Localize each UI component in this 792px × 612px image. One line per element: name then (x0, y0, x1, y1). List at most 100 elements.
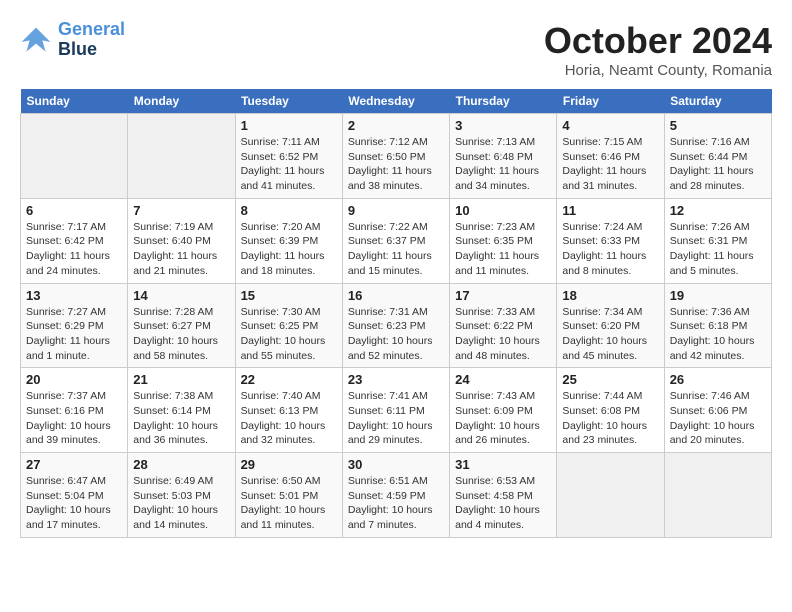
day-number: 16 (348, 288, 444, 303)
logo-icon (20, 26, 52, 54)
day-info: Sunrise: 6:47 AM Sunset: 5:04 PM Dayligh… (26, 474, 122, 533)
logo: General Blue (20, 20, 125, 60)
day-number: 24 (455, 372, 551, 387)
day-number: 3 (455, 118, 551, 133)
day-info: Sunrise: 6:49 AM Sunset: 5:03 PM Dayligh… (133, 474, 229, 533)
calendar-cell: 3 Sunrise: 7:13 AM Sunset: 6:48 PM Daylig… (450, 114, 557, 199)
calendar-cell: 27Sunrise: 6:47 AM Sunset: 5:04 PM Dayli… (21, 453, 128, 538)
day-number: 6 (26, 203, 122, 218)
day-info: Sunrise: 7:46 AM Sunset: 6:06 PM Dayligh… (670, 389, 766, 448)
calendar-cell: 21 Sunrise: 7:38 AM Sunset: 6:14 PM Dayli… (128, 368, 235, 453)
day-info: Sunrise: 7:13 AM Sunset: 6:48 PM Dayligh… (455, 135, 551, 194)
day-info: Sunrise: 7:36 AM Sunset: 6:18 PM Dayligh… (670, 305, 766, 364)
calendar-cell: 18 Sunrise: 7:34 AM Sunset: 6:20 PM Dayli… (557, 283, 664, 368)
calendar-cell (21, 114, 128, 199)
calendar-cell: 5 Sunrise: 7:16 AM Sunset: 6:44 PM Daylig… (664, 114, 771, 199)
day-number: 29 (241, 457, 337, 472)
day-number: 1 (241, 118, 337, 133)
calendar-cell: 29 Sunrise: 6:50 AM Sunset: 5:01 PM Dayli… (235, 453, 342, 538)
calendar-cell: 12 Sunrise: 7:26 AM Sunset: 6:31 PM Dayli… (664, 198, 771, 283)
day-info: Sunrise: 7:37 AM Sunset: 6:16 PM Dayligh… (26, 389, 122, 448)
calendar-cell: 6 Sunrise: 7:17 AM Sunset: 6:42 PM Daylig… (21, 198, 128, 283)
day-number: 4 (562, 118, 658, 133)
day-info: Sunrise: 7:24 AM Sunset: 6:33 PM Dayligh… (562, 220, 658, 279)
day-number: 31 (455, 457, 551, 472)
calendar-week-row: 27Sunrise: 6:47 AM Sunset: 5:04 PM Dayli… (21, 453, 772, 538)
day-number: 8 (241, 203, 337, 218)
day-info: Sunrise: 7:30 AM Sunset: 6:25 PM Dayligh… (241, 305, 337, 364)
calendar-cell: 25 Sunrise: 7:44 AM Sunset: 6:08 PM Dayli… (557, 368, 664, 453)
day-info: Sunrise: 7:26 AM Sunset: 6:31 PM Dayligh… (670, 220, 766, 279)
weekday-header: Wednesday (342, 89, 449, 114)
day-info: Sunrise: 7:22 AM Sunset: 6:37 PM Dayligh… (348, 220, 444, 279)
month-title: October 2024 (544, 20, 772, 62)
calendar-cell (664, 453, 771, 538)
day-info: Sunrise: 6:50 AM Sunset: 5:01 PM Dayligh… (241, 474, 337, 533)
day-number: 17 (455, 288, 551, 303)
day-info: Sunrise: 7:38 AM Sunset: 6:14 PM Dayligh… (133, 389, 229, 448)
day-number: 20 (26, 372, 122, 387)
calendar-cell: 16 Sunrise: 7:31 AM Sunset: 6:23 PM Dayli… (342, 283, 449, 368)
day-number: 5 (670, 118, 766, 133)
day-info: Sunrise: 7:23 AM Sunset: 6:35 PM Dayligh… (455, 220, 551, 279)
day-number: 12 (670, 203, 766, 218)
calendar-cell: 14 Sunrise: 7:28 AM Sunset: 6:27 PM Dayli… (128, 283, 235, 368)
day-info: Sunrise: 7:44 AM Sunset: 6:08 PM Dayligh… (562, 389, 658, 448)
day-info: Sunrise: 7:40 AM Sunset: 6:13 PM Dayligh… (241, 389, 337, 448)
calendar-cell: 7Sunrise: 7:19 AM Sunset: 6:40 PM Daylig… (128, 198, 235, 283)
calendar-table: SundayMondayTuesdayWednesdayThursdayFrid… (20, 89, 772, 538)
location: Horia, Neamt County, Romania (544, 62, 772, 79)
calendar-cell: 24 Sunrise: 7:43 AM Sunset: 6:09 PM Dayli… (450, 368, 557, 453)
calendar-cell: 8Sunrise: 7:20 AM Sunset: 6:39 PM Daylig… (235, 198, 342, 283)
logo-text: General Blue (58, 20, 125, 60)
day-number: 9 (348, 203, 444, 218)
day-info: Sunrise: 7:16 AM Sunset: 6:44 PM Dayligh… (670, 135, 766, 194)
day-info: Sunrise: 7:12 AM Sunset: 6:50 PM Dayligh… (348, 135, 444, 194)
day-number: 26 (670, 372, 766, 387)
day-number: 25 (562, 372, 658, 387)
calendar-cell: 26 Sunrise: 7:46 AM Sunset: 6:06 PM Dayli… (664, 368, 771, 453)
day-info: Sunrise: 7:17 AM Sunset: 6:42 PM Dayligh… (26, 220, 122, 279)
calendar-week-row: 1Sunrise: 7:11 AM Sunset: 6:52 PM Daylig… (21, 114, 772, 199)
day-info: Sunrise: 7:28 AM Sunset: 6:27 PM Dayligh… (133, 305, 229, 364)
weekday-header: Tuesday (235, 89, 342, 114)
calendar-cell: 4 Sunrise: 7:15 AM Sunset: 6:46 PM Daylig… (557, 114, 664, 199)
day-number: 22 (241, 372, 337, 387)
calendar-cell: 28 Sunrise: 6:49 AM Sunset: 5:03 PM Dayli… (128, 453, 235, 538)
day-number: 28 (133, 457, 229, 472)
day-number: 11 (562, 203, 658, 218)
weekday-header-row: SundayMondayTuesdayWednesdayThursdayFrid… (21, 89, 772, 114)
calendar-cell: 9 Sunrise: 7:22 AM Sunset: 6:37 PM Daylig… (342, 198, 449, 283)
day-info: Sunrise: 7:27 AM Sunset: 6:29 PM Dayligh… (26, 305, 122, 364)
day-info: Sunrise: 6:53 AM Sunset: 4:58 PM Dayligh… (455, 474, 551, 533)
calendar-cell (557, 453, 664, 538)
calendar-cell: 19 Sunrise: 7:36 AM Sunset: 6:18 PM Dayli… (664, 283, 771, 368)
day-number: 18 (562, 288, 658, 303)
day-number: 2 (348, 118, 444, 133)
day-number: 21 (133, 372, 229, 387)
calendar-cell: 2 Sunrise: 7:12 AM Sunset: 6:50 PM Daylig… (342, 114, 449, 199)
day-number: 7 (133, 203, 229, 218)
calendar-cell: 30Sunrise: 6:51 AM Sunset: 4:59 PM Dayli… (342, 453, 449, 538)
calendar-cell: 13 Sunrise: 7:27 AM Sunset: 6:29 PM Dayli… (21, 283, 128, 368)
day-info: Sunrise: 7:15 AM Sunset: 6:46 PM Dayligh… (562, 135, 658, 194)
day-info: Sunrise: 7:31 AM Sunset: 6:23 PM Dayligh… (348, 305, 444, 364)
day-number: 14 (133, 288, 229, 303)
day-number: 13 (26, 288, 122, 303)
weekday-header: Saturday (664, 89, 771, 114)
weekday-header: Sunday (21, 89, 128, 114)
page-header: General Blue October 2024 Horia, Neamt C… (20, 20, 772, 79)
day-info: Sunrise: 7:43 AM Sunset: 6:09 PM Dayligh… (455, 389, 551, 448)
day-number: 19 (670, 288, 766, 303)
calendar-cell: 15Sunrise: 7:30 AM Sunset: 6:25 PM Dayli… (235, 283, 342, 368)
calendar-week-row: 6 Sunrise: 7:17 AM Sunset: 6:42 PM Daylig… (21, 198, 772, 283)
calendar-cell: 22 Sunrise: 7:40 AM Sunset: 6:13 PM Dayli… (235, 368, 342, 453)
calendar-cell: 17Sunrise: 7:33 AM Sunset: 6:22 PM Dayli… (450, 283, 557, 368)
weekday-header: Thursday (450, 89, 557, 114)
calendar-cell (128, 114, 235, 199)
calendar-cell: 20 Sunrise: 7:37 AM Sunset: 6:16 PM Dayli… (21, 368, 128, 453)
weekday-header: Friday (557, 89, 664, 114)
day-info: Sunrise: 7:34 AM Sunset: 6:20 PM Dayligh… (562, 305, 658, 364)
day-number: 23 (348, 372, 444, 387)
calendar-cell: 23Sunrise: 7:41 AM Sunset: 6:11 PM Dayli… (342, 368, 449, 453)
